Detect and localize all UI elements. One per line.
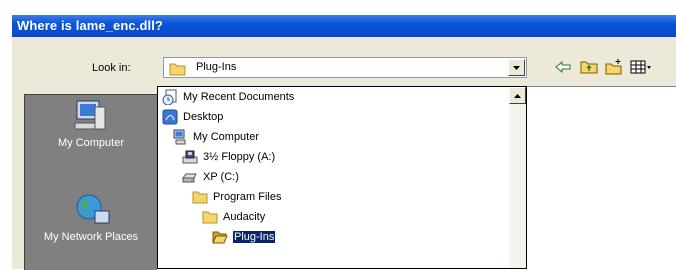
dropdown-item-label: 3½ Floppy (A:)	[203, 151, 276, 163]
new-folder-icon	[605, 59, 622, 75]
dropdown-item[interactable]: Plug-Ins	[212, 228, 277, 246]
folder-icon	[169, 62, 187, 79]
open-file-dialog: Where is lame_enc.dll? Look in: Plug-Ins…	[0, 0, 676, 270]
file-list[interactable]	[527, 86, 676, 270]
places-my-network[interactable]: My Network Places	[25, 193, 157, 243]
network-globe-icon	[71, 193, 111, 227]
place-label: My Computer	[57, 137, 125, 149]
dropdown-item-label: Desktop	[183, 111, 224, 123]
open-folder-icon	[212, 229, 228, 245]
recent-documents-icon	[162, 89, 178, 106]
dropdown-item-label: My Recent Documents	[183, 91, 295, 103]
vertical-scrollbar[interactable]	[509, 87, 526, 268]
my-computer-icon	[71, 99, 111, 133]
place-label: My Network Places	[43, 231, 139, 243]
view-menu-button[interactable]	[630, 57, 676, 77]
floppy-drive-icon	[182, 149, 198, 165]
my-computer-icon	[172, 129, 188, 145]
look-in-dropdown-list: My Recent Documents Desktop My Computer 3½ …	[157, 86, 527, 269]
background-strip-top	[0, 0, 676, 15]
dialog-title: Where is lame_enc.dll?	[17, 18, 163, 33]
look-in-value: Plug-Ins	[196, 61, 237, 73]
chevron-down-icon[interactable]	[508, 59, 525, 76]
dropdown-item[interactable]: My Computer	[172, 128, 259, 146]
dropdown-item[interactable]: Program Files	[192, 188, 281, 206]
view-menu-icon	[630, 60, 651, 74]
look-in-label: Look in:	[92, 62, 131, 74]
folder-icon	[202, 209, 218, 225]
hard-drive-icon	[182, 169, 198, 185]
dropdown-item-label: Program Files	[213, 191, 282, 203]
up-folder-button[interactable]	[578, 57, 600, 77]
dropdown-item[interactable]: My Recent Documents	[162, 88, 294, 106]
dropdown-item[interactable]: Desktop	[162, 108, 223, 126]
look-in-combobox[interactable]: Plug-Ins	[163, 57, 527, 78]
places-my-computer[interactable]: My Computer	[25, 99, 157, 149]
scroll-up-button[interactable]	[509, 87, 526, 104]
dropdown-item-label: Plug-Ins	[231, 230, 277, 244]
up-folder-icon	[580, 61, 598, 74]
chevron-up-icon	[514, 93, 521, 98]
folder-icon	[192, 189, 208, 205]
background-strip-left	[0, 15, 12, 269]
dropdown-item-label: My Computer	[193, 131, 260, 143]
places-bar: My Computer My Network Places	[24, 94, 157, 270]
back-arrow-icon	[555, 61, 571, 73]
new-folder-button[interactable]	[603, 57, 625, 77]
dropdown-item[interactable]: XP (C:)	[182, 168, 239, 186]
dropdown-item-label: XP (C:)	[203, 171, 239, 183]
dropdown-item[interactable]: 3½ Floppy (A:)	[182, 148, 275, 166]
dialog-title-bar[interactable]: Where is lame_enc.dll?	[12, 15, 676, 37]
desktop-icon	[162, 109, 178, 125]
dropdown-item-label: Audacity	[223, 211, 266, 223]
back-button[interactable]	[552, 57, 574, 77]
dropdown-item[interactable]: Audacity	[202, 208, 265, 226]
